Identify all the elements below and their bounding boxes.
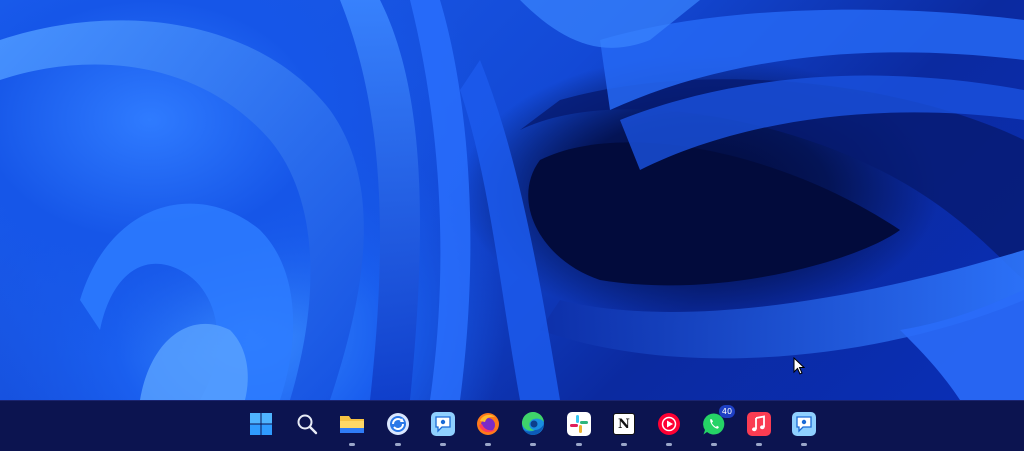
slack-icon xyxy=(567,412,591,436)
firefox-button[interactable] xyxy=(475,411,501,437)
running-indicator xyxy=(666,443,672,446)
taskbar: N 40 xyxy=(0,400,1024,451)
running-indicator xyxy=(711,443,717,446)
search-button[interactable] xyxy=(294,411,320,437)
running-indicator xyxy=(349,443,355,446)
whatsapp-button[interactable]: 40 xyxy=(701,405,735,437)
sync-icon xyxy=(387,413,409,435)
desktop-wallpaper[interactable] xyxy=(0,0,1024,400)
wallpaper-folds xyxy=(0,0,1024,400)
music-note-icon xyxy=(747,412,771,436)
notification-badge: 40 xyxy=(719,405,735,418)
play-icon xyxy=(658,413,680,435)
edge-icon xyxy=(521,412,544,435)
folder-icon xyxy=(340,416,364,433)
running-indicator xyxy=(395,443,401,446)
file-explorer-button[interactable] xyxy=(339,411,365,437)
start-button[interactable] xyxy=(248,411,274,437)
notion-button[interactable]: N xyxy=(611,411,637,437)
notion-icon: N xyxy=(613,413,635,435)
notion-icon-label: N xyxy=(618,416,630,432)
firefox-icon xyxy=(477,413,499,435)
windows-logo-icon xyxy=(250,413,272,435)
sync-app-button[interactable] xyxy=(385,411,411,437)
speech-bubble-icon xyxy=(792,412,816,436)
running-indicator xyxy=(621,443,627,446)
running-indicator xyxy=(485,443,491,446)
running-indicator xyxy=(756,443,762,446)
youtube-music-button[interactable] xyxy=(656,411,682,437)
running-indicator xyxy=(801,443,807,446)
speech-bubble-icon xyxy=(431,412,455,436)
edge-button[interactable] xyxy=(520,411,546,437)
apple-music-button[interactable] xyxy=(746,411,772,437)
chat-app-1-button[interactable] xyxy=(430,411,456,437)
chat-app-2-button[interactable] xyxy=(791,411,817,437)
running-indicator xyxy=(440,443,446,446)
slack-button[interactable] xyxy=(566,411,592,437)
running-indicator xyxy=(530,443,536,446)
running-indicator xyxy=(576,443,582,446)
search-icon xyxy=(297,414,318,435)
